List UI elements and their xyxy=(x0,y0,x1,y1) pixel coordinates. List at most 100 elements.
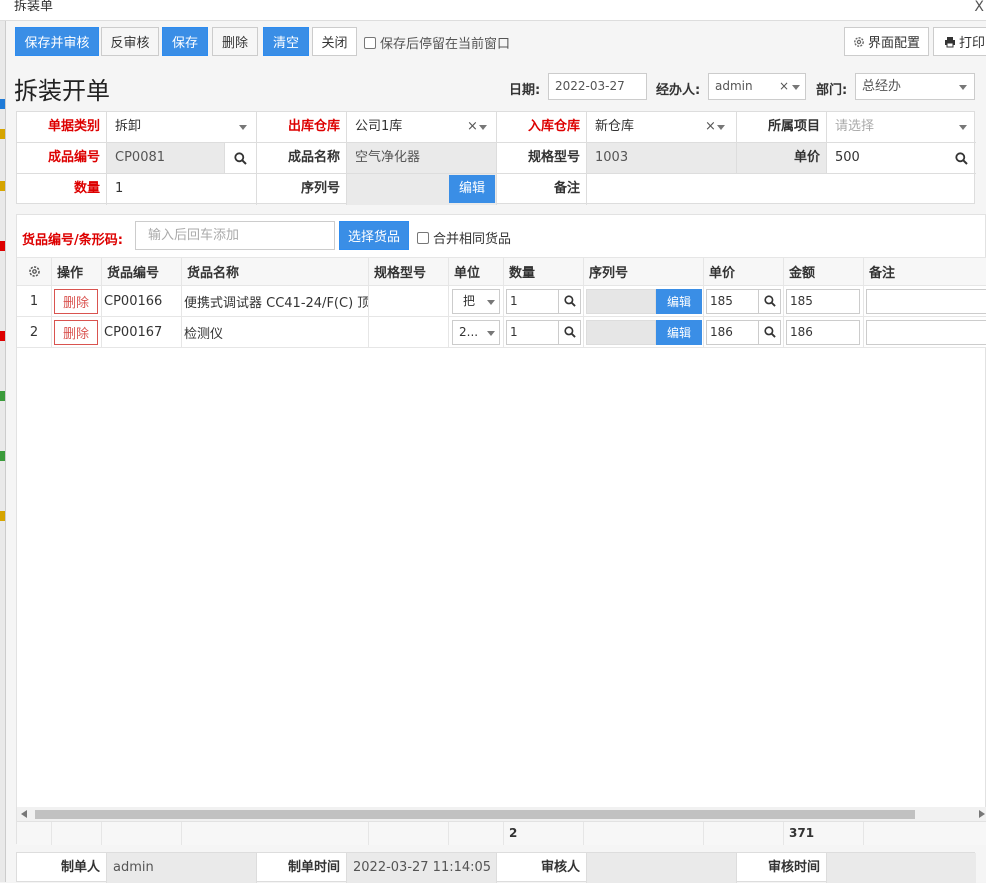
qty-value: 1 xyxy=(510,293,518,308)
price-input[interactable]: 186 xyxy=(706,319,781,345)
table-header-row: 操作 货品编号 货品名称 规格型号 单位 数量 序列号 单价 金额 备注 xyxy=(17,257,986,286)
product-code-input[interactable]: CP0081 xyxy=(107,143,225,174)
stay-window-checkbox-box[interactable] xyxy=(364,37,376,49)
handler-label: 经办人: xyxy=(656,83,701,98)
column-header-price: 单价 xyxy=(704,258,784,285)
serial-edit-button[interactable]: 编辑 xyxy=(656,319,702,345)
qty-search-icon[interactable] xyxy=(564,294,576,307)
product-code-search-button[interactable] xyxy=(225,143,257,174)
qty-input[interactable]: 1 xyxy=(506,319,581,345)
qty-value: 1 xyxy=(510,324,518,339)
quantity-input[interactable]: 1 xyxy=(107,174,257,205)
row-price-cell: 186 xyxy=(704,317,784,347)
in-warehouse-chevron-down-icon xyxy=(717,125,725,130)
document-form: 单据类别 拆卸 出库仓库 公司1库 × 入库仓库 新仓库 × 所属项目 请选择 … xyxy=(16,111,976,205)
stay-window-label: 保存后停留在当前窗口 xyxy=(380,37,511,52)
row-remark-cell xyxy=(864,317,986,347)
date-input[interactable]: 2022-03-27 xyxy=(548,73,647,100)
select-goods-button[interactable]: 选择货品 xyxy=(339,221,409,250)
creator-label: 制单人 xyxy=(17,853,107,883)
column-header-op: 操作 xyxy=(52,258,102,285)
project-chevron-down-icon xyxy=(959,125,967,130)
column-header-remark: 备注 xyxy=(869,266,896,281)
spec-label: 规格型号 xyxy=(497,143,587,174)
row-remark-cell xyxy=(864,286,986,316)
out-warehouse-chevron-down-icon xyxy=(479,125,487,130)
unit-select[interactable]: 2... xyxy=(452,319,500,345)
window-close-icon[interactable]: X xyxy=(974,0,984,14)
dept-select[interactable]: 总经办 xyxy=(855,73,975,100)
row-price-cell: 185 xyxy=(704,286,784,316)
merge-same-checkbox-box[interactable] xyxy=(417,232,429,244)
table-row: 2 删除 CP00167 检测仪 2... 1 编辑 186 186 xyxy=(17,317,986,348)
price-search-icon[interactable] xyxy=(955,152,968,165)
out-warehouse-clear-icon[interactable]: × xyxy=(467,112,478,142)
audit-time-label: 审核时间 xyxy=(737,853,827,883)
out-warehouse-value: 公司1库 xyxy=(355,119,403,134)
column-settings-button[interactable] xyxy=(17,258,52,285)
merge-same-checkbox[interactable]: 合并相同货品 xyxy=(417,228,511,247)
serial-display xyxy=(586,288,656,314)
remark-input[interactable] xyxy=(866,288,986,314)
horizontal-scrollbar[interactable] xyxy=(17,807,986,821)
scroll-right-icon[interactable] xyxy=(979,810,985,818)
amount-input[interactable]: 186 xyxy=(786,319,860,345)
delete-button[interactable]: 删除 xyxy=(212,27,258,56)
doc-type-label: 单据类别 xyxy=(17,112,107,143)
printer-icon xyxy=(944,36,956,48)
serial-label: 序列号 xyxy=(257,174,347,205)
remark-input[interactable] xyxy=(866,319,986,345)
row-amount-cell: 186 xyxy=(784,317,864,347)
unit-value: 2... xyxy=(459,324,479,339)
price-search-icon[interactable] xyxy=(764,325,776,338)
row-code: CP00166 xyxy=(102,286,182,316)
dept-label: 部门: xyxy=(816,83,848,98)
serial-edit-button[interactable]: 编辑 xyxy=(449,175,495,203)
unit-select[interactable]: 把 xyxy=(452,288,500,314)
row-code: CP00167 xyxy=(102,317,182,347)
window-titlebar: 拆装单 X xyxy=(0,0,986,21)
unit-chevron-down-icon xyxy=(487,330,495,336)
price-value: 185 xyxy=(710,293,733,308)
save-button[interactable]: 保存 xyxy=(162,27,208,56)
price-input[interactable]: 185 xyxy=(706,288,781,314)
row-serial-cell: 编辑 xyxy=(584,317,704,347)
doc-type-select[interactable]: 拆卸 xyxy=(107,112,257,143)
price-search-icon[interactable] xyxy=(764,294,776,307)
scroll-left-icon[interactable] xyxy=(21,810,27,818)
sum-quantity: 2 xyxy=(504,822,584,845)
merge-same-label: 合并相同货品 xyxy=(433,232,512,247)
print-button[interactable]: 打印 xyxy=(933,27,986,56)
delete-row-button[interactable]: 删除 xyxy=(54,288,98,314)
price-value: 186 xyxy=(710,324,733,339)
out-warehouse-select[interactable]: 公司1库 × xyxy=(347,112,497,143)
barcode-input[interactable]: 输入后回车添加 xyxy=(135,221,335,250)
delete-row-button[interactable]: 删除 xyxy=(54,319,98,345)
serial-edit-button[interactable]: 编辑 xyxy=(656,288,702,314)
handler-clear-icon[interactable]: × xyxy=(779,74,789,99)
amount-input[interactable]: 185 xyxy=(786,288,860,314)
main-panel: 保存并审核 反审核 保存 删除 清空 关闭 保存后停留在当前窗口 界面配置 打印… xyxy=(6,21,986,883)
handler-select[interactable]: admin × xyxy=(708,73,806,100)
price-input[interactable]: 500 xyxy=(827,143,976,174)
qty-input[interactable]: 1 xyxy=(506,288,581,314)
table-row: 1 删除 CP00166 便携式调试器 CC41-24/F(C) 顶 把 1 编… xyxy=(17,286,986,317)
column-header-serial: 序列号 xyxy=(584,258,704,285)
unit-chevron-down-icon xyxy=(487,299,495,305)
save-audit-button[interactable]: 保存并审核 xyxy=(15,27,99,56)
project-label: 所属项目 xyxy=(737,112,827,143)
qty-search-icon[interactable] xyxy=(564,325,576,338)
project-select[interactable]: 请选择 xyxy=(827,112,976,143)
handler-chevron-down-icon xyxy=(792,85,800,90)
clear-button[interactable]: 清空 xyxy=(263,27,309,56)
stay-window-checkbox[interactable]: 保存后停留在当前窗口 xyxy=(364,33,510,52)
close-button[interactable]: 关闭 xyxy=(312,27,357,56)
in-warehouse-clear-icon[interactable]: × xyxy=(705,112,716,142)
remark-input[interactable] xyxy=(587,174,976,205)
ui-config-button[interactable]: 界面配置 xyxy=(844,27,929,56)
dept-chevron-down-icon xyxy=(959,85,967,90)
unaudit-button[interactable]: 反审核 xyxy=(101,27,159,56)
scrollbar-thumb[interactable] xyxy=(35,810,915,819)
in-warehouse-select[interactable]: 新仓库 × xyxy=(587,112,737,143)
row-unit-cell: 把 xyxy=(449,286,504,316)
